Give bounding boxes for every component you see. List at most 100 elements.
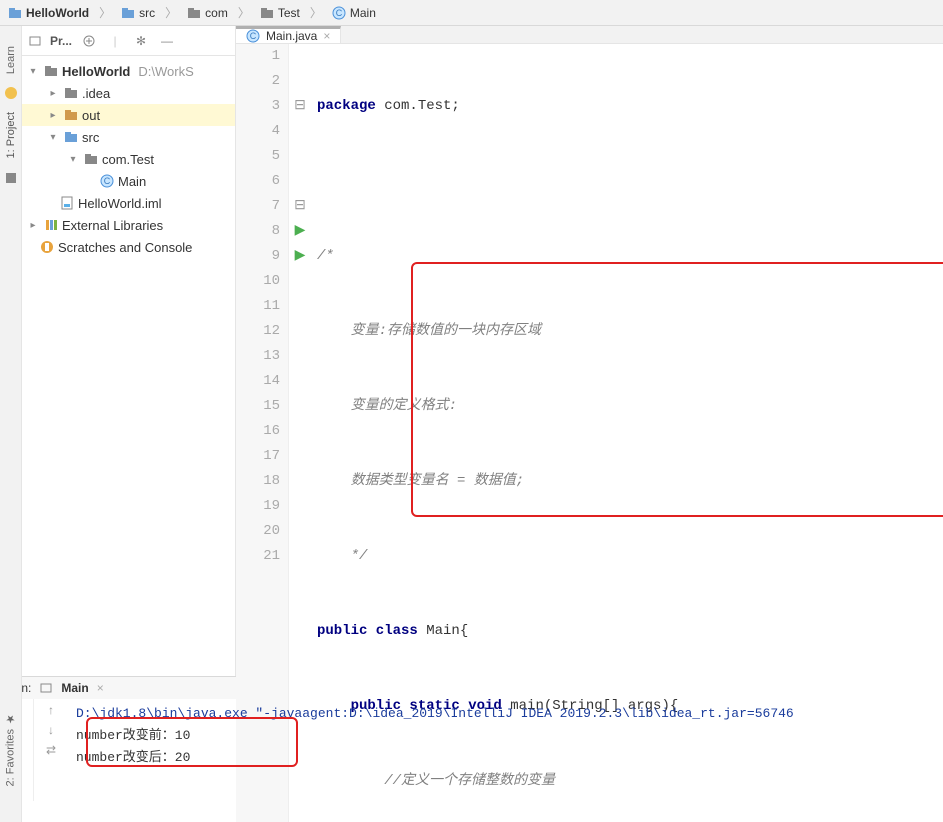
run-config-icon [39,681,53,695]
run-config-name[interactable]: Main [61,681,88,695]
divider-icon: | [106,32,124,50]
code-line: Main{ [426,623,468,639]
close-icon[interactable]: × [323,29,330,43]
crumb-label: src [139,6,155,20]
chevron-down-icon[interactable]: ▾ [66,154,80,165]
tree-out[interactable]: ▸ out [22,104,235,126]
crumb-label: Main [350,6,376,20]
project-tree[interactable]: ▾ HelloWorld D:\WorkS ▸ .idea ▸ out ▾ sr… [22,56,235,262]
tree-item-label: HelloWorld.iml [78,196,162,211]
project-tab[interactable]: 1: Project [5,112,17,158]
ln: 19 [244,494,280,519]
ln: 14 [244,369,280,394]
chevron-right-icon: 〉 [308,4,324,21]
svg-text:C: C [104,176,111,186]
breadcrumb: HelloWorld 〉 src 〉 com 〉 Test 〉 C Main [0,0,943,26]
project-sidebar: Pr... | ✻ — ▾ HelloWorld D:\WorkS ▸ .ide… [22,26,236,676]
tree-item-label: .idea [82,86,110,101]
package-icon [84,152,98,166]
run-gutter-icon[interactable]: ▶ [289,244,311,269]
console-line: number改变前：10 [76,725,935,747]
close-icon[interactable]: × [97,681,104,695]
crumb-main[interactable]: C Main [328,4,380,22]
down-icon[interactable]: ↓ [48,723,54,737]
library-icon [44,218,58,232]
ln: 21 [244,544,280,569]
project-view-icon [28,34,42,48]
run-tool-column-2: ↑ ↓ ⇄ [34,699,68,801]
tree-iml[interactable]: HelloWorld.iml [22,192,235,214]
chevron-right-icon[interactable]: ▸ [26,220,40,231]
crumb-src[interactable]: src [117,4,159,22]
up-icon[interactable]: ↑ [48,703,54,717]
tree-item-label: src [82,130,99,145]
chevron-right-icon[interactable]: ▸ [46,88,60,99]
tree-main-class[interactable]: C Main [22,170,235,192]
tree-root[interactable]: ▾ HelloWorld D:\WorkS [22,60,235,82]
project-toolbar: Pr... | ✻ — [22,26,235,56]
svg-text:C: C [250,31,257,41]
ln: 18 [244,469,280,494]
learn-tab[interactable]: Learn [5,46,17,74]
folder-icon [64,130,78,144]
ln: 5 [244,144,280,169]
tab-main-java[interactable]: C Main.java × [236,26,341,43]
chevron-down-icon[interactable]: ▾ [46,132,60,143]
wrap-icon[interactable]: ⇄ [46,743,56,757]
file-icon [60,196,74,210]
favorites-tab[interactable]: 2: Favorites ★ [4,712,17,786]
tree-ext-libs[interactable]: ▸ External Libraries [22,214,235,236]
tree-scratches[interactable]: Scratches and Console [22,236,235,258]
crumb-project[interactable]: HelloWorld [4,4,93,22]
tree-package[interactable]: ▾ com.Test [22,148,235,170]
editor: C Main.java × 1 2 3 4 5 6 7 8 9 10 11 12… [236,26,943,676]
project-label[interactable]: Pr... [50,34,72,48]
folder-icon [8,6,22,20]
tree-root-label: HelloWorld [62,64,130,79]
class-icon: C [100,174,114,188]
code-line: public class [317,623,426,639]
tree-item-label: out [82,108,100,123]
folder-icon [64,108,78,122]
collapse-icon[interactable]: — [158,32,176,50]
crumb-com[interactable]: com [183,4,232,22]
gear-icon[interactable]: ✻ [132,32,150,50]
code-line: 变量的定义格式: [317,398,457,414]
favorites-tab-strip: 2: Favorites ★ [0,676,22,822]
tree-item-label: External Libraries [62,218,163,233]
tree-item-label: com.Test [102,152,154,167]
run-console[interactable]: D:\jdk1.8\bin\java.exe "-javaagent:D:\id… [68,699,943,801]
tree-root-path: D:\WorkS [138,64,193,79]
ln: 1 [244,44,280,69]
ln: 7 [244,194,280,219]
favorites-label: 2: Favorites [5,729,17,786]
tree-item-label: Main [118,174,146,189]
ln: 8 [244,219,280,244]
run-cmd: D:\jdk1.8\bin\java.exe "-javaagent:D:\id… [76,703,935,725]
tree-src[interactable]: ▾ src [22,126,235,148]
learn-icon [4,86,18,100]
crumb-label: com [205,6,228,20]
ln: 3 [244,94,280,119]
run-gutter-icon[interactable]: ▶ [289,219,311,244]
ln: 4 [244,119,280,144]
svg-text:C: C [336,8,343,18]
tree-idea[interactable]: ▸ .idea [22,82,235,104]
project-tab-label: 1: Project [5,112,17,158]
crumb-label: HelloWorld [26,6,89,20]
chevron-right-icon[interactable]: ▸ [46,110,60,121]
code-line: /* [317,248,334,264]
folder-icon [121,6,135,20]
ln: 13 [244,344,280,369]
left-tool-strip: Learn 1: Project [0,26,22,676]
folder-icon [44,64,58,78]
crumb-label: Test [278,6,300,20]
ln: 16 [244,419,280,444]
ln: 10 [244,269,280,294]
crumb-test[interactable]: Test [256,4,304,22]
ln: 12 [244,319,280,344]
tree-item-label: Scratches and Console [58,240,192,255]
ln: 11 [244,294,280,319]
expand-icon[interactable] [80,32,98,50]
chevron-down-icon[interactable]: ▾ [26,66,40,77]
